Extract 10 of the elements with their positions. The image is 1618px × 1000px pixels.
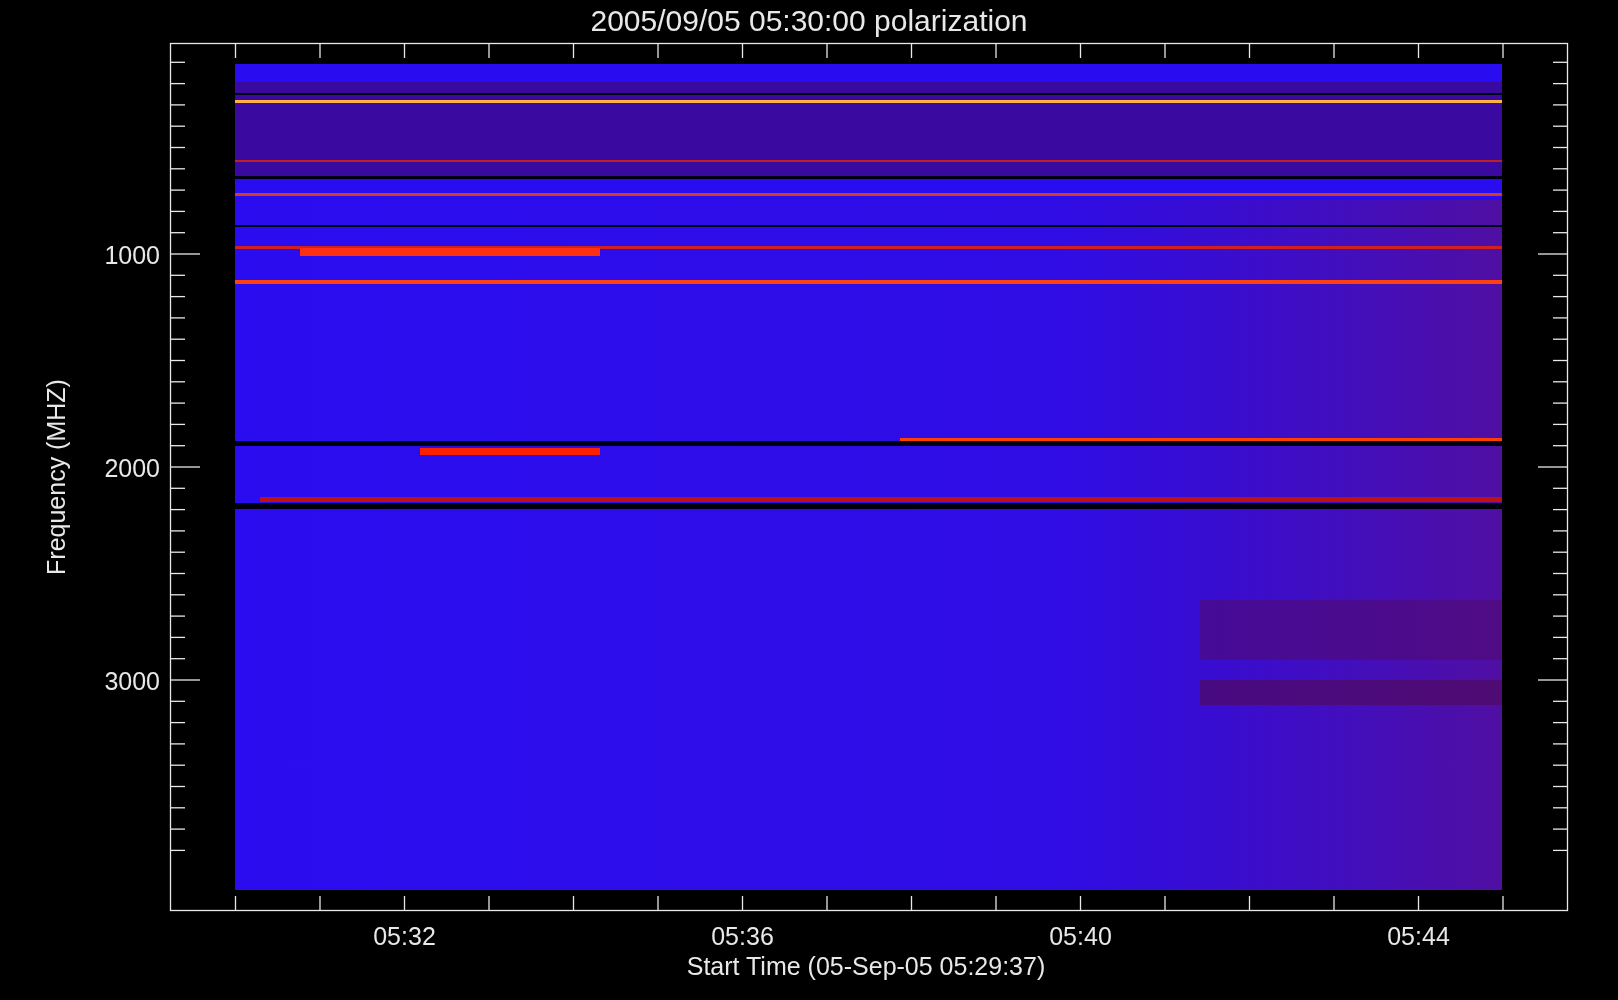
x-tick-label: 05:36 bbox=[711, 922, 774, 950]
x-tick-label: 05:44 bbox=[1387, 922, 1450, 950]
y-axis-label: Frequency (MHZ) bbox=[42, 379, 70, 575]
y-tick-label: 1000 bbox=[104, 241, 160, 269]
chart-title: 2005/09/05 05:30:00 polarization bbox=[590, 4, 1028, 37]
y-tick-label: 2000 bbox=[104, 454, 160, 482]
x-axis-label: Start Time (05-Sep-05 05:29:37) bbox=[686, 952, 1046, 980]
x-tick-label: 05:32 bbox=[373, 922, 436, 950]
x-tick-label: 05:40 bbox=[1049, 922, 1112, 950]
y-tick-label: 3000 bbox=[104, 667, 160, 695]
